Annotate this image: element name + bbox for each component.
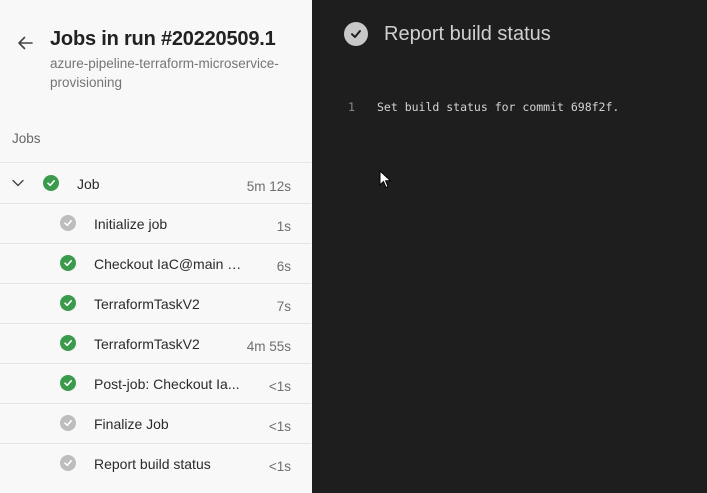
success-status-icon: [60, 255, 76, 271]
step-row[interactable]: Finalize Job <1s: [0, 403, 311, 443]
step-row[interactable]: Report build status <1s: [0, 443, 311, 483]
job-list: Job 5m 12s Initialize job 1s Checkout Ia…: [0, 162, 311, 483]
check-circle-icon: [344, 22, 368, 46]
step-label: Report build status: [94, 456, 211, 472]
step-duration: <1s: [268, 459, 291, 474]
step-label: Initialize job: [94, 216, 168, 232]
mouse-pointer-icon: [379, 170, 392, 189]
back-button[interactable]: [12, 30, 38, 56]
arrow-left-icon: [18, 36, 33, 50]
jobs-section-label: Jobs: [12, 131, 41, 146]
step-label: Post-job: Checkout Ia...: [94, 376, 240, 392]
jobs-panel: Jobs in run #20220509.1 azure-pipeline-t…: [0, 0, 312, 493]
step-label: Finalize Job: [94, 416, 169, 432]
success-status-icon: [60, 335, 76, 351]
log-title: Report build status: [384, 22, 551, 45]
chevron-down-icon[interactable]: [11, 176, 25, 190]
skipped-status-icon: [60, 215, 76, 231]
step-row[interactable]: Initialize job 1s: [0, 203, 311, 243]
job-duration: 5m 12s: [246, 179, 291, 194]
step-duration: 7s: [276, 299, 291, 314]
step-row[interactable]: Checkout IaC@main to s 6s: [0, 243, 311, 283]
step-label: Checkout IaC@main to s: [94, 256, 244, 272]
pipeline-name: azure-pipeline-terraform-microservice-pr…: [50, 56, 279, 90]
step-label: TerraformTaskV2: [94, 296, 200, 312]
log-line: 1 Set build status for commit 698f2f.: [348, 100, 619, 114]
step-label: TerraformTaskV2: [94, 336, 200, 352]
job-row[interactable]: Job 5m 12s: [0, 162, 311, 203]
log-line-text: Set build status for commit 698f2f.: [377, 100, 620, 114]
job-label: Job: [77, 176, 100, 192]
log-header: Report build status: [344, 22, 551, 46]
success-status-icon: [60, 375, 76, 391]
skipped-status-icon: [60, 415, 76, 431]
success-status-icon: [43, 175, 59, 191]
step-duration: 1s: [276, 219, 291, 234]
page-title: Jobs in run #20220509.1: [50, 28, 276, 50]
step-duration: <1s: [268, 419, 291, 434]
step-row[interactable]: TerraformTaskV2 4m 55s: [0, 323, 311, 363]
step-row[interactable]: TerraformTaskV2 7s: [0, 283, 311, 323]
step-row[interactable]: Post-job: Checkout Ia... <1s: [0, 363, 311, 403]
step-duration: 6s: [276, 259, 291, 274]
step-duration: 4m 55s: [246, 339, 291, 354]
success-status-icon: [60, 295, 76, 311]
step-duration: <1s: [268, 379, 291, 394]
skipped-status-icon: [60, 455, 76, 471]
log-line-number: 1: [348, 100, 355, 114]
log-panel: Report build status 1 Set build status f…: [312, 0, 707, 493]
